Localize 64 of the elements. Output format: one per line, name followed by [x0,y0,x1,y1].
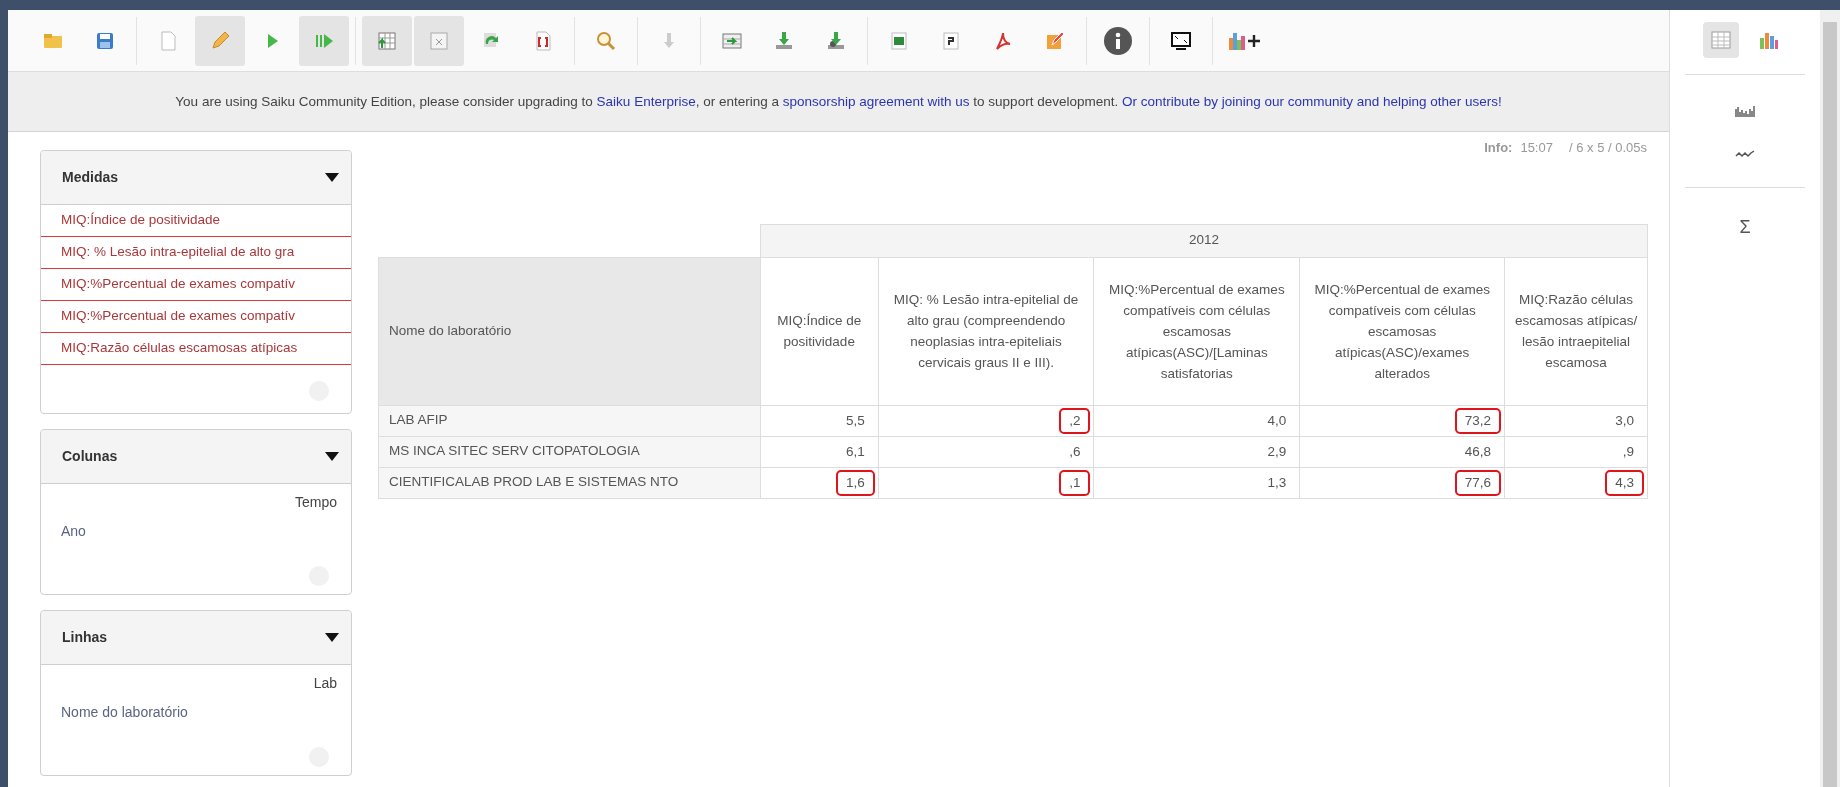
dropdown-caret-icon[interactable] [325,173,339,182]
chart-type-button[interactable] [1735,105,1755,117]
value-cell-text: 5,5 [844,411,866,430]
dimension-label: Lab [313,674,337,693]
value-cell: 1,6 [835,469,875,496]
download-icon [825,29,847,52]
panel-title: Linhas [62,628,108,647]
column-group-header: 2012 [760,224,1648,257]
dropdown-caret-icon[interactable] [325,633,339,642]
dropdown-caret-icon[interactable] [325,452,339,461]
row-header-cell: Nome do laboratório [378,257,761,405]
download-icon [773,29,795,52]
value-cell: 73,2 [1454,407,1502,434]
value-cell-text: ,6 [1068,442,1082,461]
value-cell-text: 4,0 [1266,411,1288,430]
panel-title: Colunas [62,447,118,466]
value-cell: ,2 [1059,407,1091,434]
chart-type-button[interactable] [1735,149,1755,159]
info-time: 15:07 [1520,139,1553,157]
table-icon [376,29,398,52]
measure-item[interactable]: MIQ:%Percentual de exames compatív [41,301,351,333]
row-label-cell: MS INCA SITEC SERV CITOPATOLOGIA [378,436,761,467]
notice-link[interactable]: Saiku Enterprise [596,93,696,109]
value-cell-text: 46,8 [1463,442,1493,461]
value-cell-text: 2,9 [1266,442,1288,461]
notice-link[interactable]: sponsorship agreement with us [782,93,970,109]
measure-item[interactable]: MIQ:Razão células escamosas atípicas [41,333,351,365]
value-cell: ,1 [1059,469,1091,496]
measure-item[interactable]: MIQ:%Percentual de exames compatív [41,269,351,301]
info-label: Info: [1484,139,1513,157]
dimension-label: Tempo [294,493,337,512]
value-cell-text: ,9 [1621,442,1635,461]
bar-chart-icon [1735,105,1755,117]
search-icon [595,29,617,52]
row-label-cell: CIENTIFICALAB PROD LAB E SISTEMAS NTO [378,467,761,498]
panel-title: Medidas [62,168,118,187]
document-icon [940,29,962,52]
spreadsheet-icon [888,29,910,52]
notice-link[interactable]: Or contribute by joining our community and helping other users! [1121,93,1502,109]
notice-text: You are using Saiku Community Edition, please consider upgrading to Saiku Enterprise, or entering a sponsorship agreement with us to support development. Or contribute by joining our community and helping other users! [175,92,1502,111]
value-cell-text: 6,1 [844,442,866,461]
column-header-cell: MIQ: % Lesão intra-epitelial de alto grau (compreendendo neoplasias intra-epiteliais cervicais graus II e III). [878,257,1094,405]
measure-item[interactable]: MIQ:Índice de positividade [41,205,351,237]
line-chart-icon [1735,149,1755,159]
column-header-cell: MIQ:%Percentual de exames compatíveis com células escamosas atípicas(ASC)/[Laminas satisfatorias [1093,257,1300,405]
column-header-cell: MIQ:%Percentual de exames compatíveis com células escamosas atípicas(ASC)/exames alterados [1299,257,1505,405]
level-item[interactable]: Nome do laboratório [61,702,188,723]
pencil-icon [209,29,231,52]
table-icon [428,29,450,52]
value-cell-text: 1,3 [1266,473,1288,492]
value-cell: 4,3 [1605,469,1644,496]
table-icon [1710,29,1732,51]
measure-item[interactable]: MIQ: % Lesão intra-epitelial de alto gra [41,237,351,269]
info-stats: / 6 x 5 / 0.05s [1568,139,1647,157]
sum-button[interactable]: Σ [1739,214,1751,241]
level-item[interactable]: Ano [61,521,86,542]
info-icon [1103,25,1133,56]
value-cell: 77,6 [1454,469,1502,496]
monitor-icon [1170,29,1192,52]
value-cell-text: 3,0 [1614,411,1635,430]
row-label-cell: LAB AFIP [378,405,761,436]
column-header-cell: MIQ:Índice de positividade [760,257,879,405]
column-header-cell: MIQ:Razão células escamosas atípicas/ lesão intraepitelial escamosa [1504,257,1648,405]
view-mode-button[interactable] [1703,22,1739,58]
